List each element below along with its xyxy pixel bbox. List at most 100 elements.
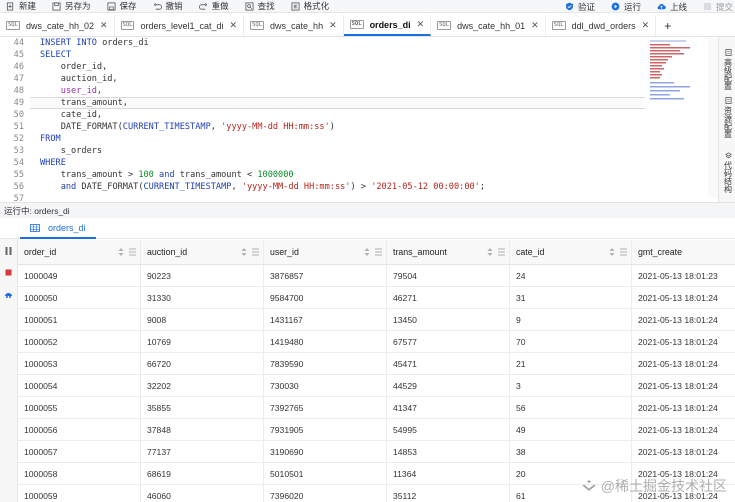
table-row[interactable]: 1000050 31330 9584700 46271 31 2021-05-1… [18,287,735,309]
undo-icon [153,2,162,10]
result-tab-label: orders_di [48,223,86,233]
column-menu-icon[interactable] [620,248,627,256]
code-editor[interactable]: 44 45 46 47 48 49 50 51 52 53 54 55 56 5… [0,37,648,204]
sort-icon[interactable] [241,247,247,257]
file-plus-icon [6,1,14,11]
column-header-auction-id[interactable]: auction_id [141,240,264,264]
sql-file-icon: SQL [349,20,364,29]
tab-orders-di[interactable]: SQL orders_di ✕ [343,15,432,36]
format-button[interactable]: 格式化 [291,0,330,12]
new-button-label: 新建 [19,1,37,11]
close-icon[interactable]: ✕ [100,20,108,31]
table-cell: 3 [510,375,632,396]
code-line: cate_id, [40,110,103,120]
table-cell: 41347 [387,397,510,418]
code-line: WHERE [40,158,66,168]
column-header-user-id[interactable]: user_id [264,240,387,264]
submit-button[interactable]: 提交 [703,1,733,13]
line-number: 55 [13,170,24,180]
logview-icon[interactable] [4,291,13,299]
table-cell: 7839590 [264,353,387,374]
table-row[interactable]: 1000051 9008 1431167 13450 9 2021-05-13 … [18,309,735,331]
table-row[interactable]: 1000053 66720 7839590 45471 21 2021-05-1… [18,353,735,375]
column-header-order-id[interactable]: order_id [18,240,141,264]
tab-dws-cate-hh[interactable]: SQL dws_cate_hh ✕ [244,15,344,36]
close-icon[interactable]: ✕ [417,19,425,30]
advanced-config-tab[interactable]: 高级配置 [722,49,734,90]
sort-icon[interactable] [118,247,124,257]
redo-button[interactable]: 重做 [198,0,229,12]
table-row[interactable]: 1000057 77137 3190690 14853 38 2021-05-1… [18,441,735,463]
table-cell: 7396020 [264,485,387,502]
code-minimap[interactable] [648,38,708,108]
table-cell: 1000049 [18,265,141,286]
run-button[interactable]: 运行 [611,1,641,13]
format-button-label: 格式化 [303,1,330,11]
column-header-label: order_id [24,247,57,257]
close-icon[interactable]: ✕ [642,20,650,31]
tab-orders-level1-cat-di[interactable]: SQL orders_level1_cat_di ✕ [115,15,245,36]
tab-dws-cate-hh-01[interactable]: SQL dws_cate_hh_01 ✕ [431,15,546,36]
column-header-cate-id[interactable]: cate_id [510,240,632,264]
advanced-config-label: 高级配置 [723,58,733,90]
stop-icon[interactable] [5,269,12,276]
validate-button[interactable]: 验证 [565,1,595,13]
tab-ddl-dwd-orders[interactable]: SQL ddl_dwd_orders ✕ [546,15,657,36]
code-line: s_orders [40,146,103,156]
sort-icon[interactable] [487,247,493,257]
close-icon[interactable]: ✕ [329,20,337,31]
table-cell: 14853 [387,441,510,462]
save-button[interactable]: 保存 [107,0,137,12]
table-cell: 70 [510,331,632,352]
table-cell: 1000059 [18,485,141,502]
pause-icon[interactable] [5,247,12,255]
table-cell: 1000051 [18,309,141,330]
add-tab-button[interactable]: + [656,15,679,36]
editor-scrollbar[interactable] [708,38,718,198]
table-row[interactable]: 1000055 35855 7392765 41347 56 2021-05-1… [18,397,735,419]
table-cell: 2021-05-13 18:01:24 [638,336,718,347]
document-icon [725,49,731,56]
table-cell: 90223 [141,265,264,286]
table-cell: 10769 [141,331,264,352]
table-cell: 9008 [141,309,264,330]
tab-label: dws_cate_hh_01 [457,20,526,31]
column-menu-icon[interactable] [252,248,259,256]
table-row[interactable]: 1000049 90223 3876857 79504 24 2021-05-1… [18,265,735,287]
find-button[interactable]: 查找 [245,0,275,12]
line-number: 49 [13,98,24,108]
column-menu-icon[interactable] [129,248,136,256]
code-line: user_id, [60,86,103,96]
redo-button-label: 重做 [211,1,229,11]
sql-file-icon: SQL [437,21,452,30]
tab-dws-cate-hh-02[interactable]: SQL dws_cate_hh_02 ✕ [0,15,115,36]
table-cell: 730030 [264,375,387,396]
table-header-row: order_id auction_id user_id trans_amount… [18,240,735,265]
deploy-button[interactable]: 上线 [657,1,687,13]
table-cell: 11364 [387,463,510,484]
resource-config-tab[interactable]: 资源配置 [722,97,734,138]
table-row[interactable]: 1000054 32202 730030 44529 3 2021-05-13 … [18,375,735,397]
column-header-gmt-create[interactable]: gmt_create [632,240,735,264]
table-row[interactable]: 1000056 37848 7931905 54995 49 2021-05-1… [18,419,735,441]
table-cell: 1431167 [264,309,387,330]
code-line: DATE_FORMAT(CURRENT_TIMESTAMP, 'yyyy-MM-… [40,122,335,132]
table-cell: 1000057 [18,441,141,462]
code-line: order_id, [40,62,108,72]
save-as-button[interactable]: 另存为 [52,0,91,12]
close-icon[interactable]: ✕ [230,20,238,31]
new-button[interactable]: 新建 [6,0,36,12]
table-cell: 66720 [141,353,264,374]
sort-icon[interactable] [609,247,615,257]
column-menu-icon[interactable] [498,248,505,256]
result-tab-orders-di[interactable]: orders_di [20,219,96,239]
code-structure-tab[interactable]: 代码结构 [722,152,734,193]
close-icon[interactable]: ✕ [531,20,539,31]
table-row[interactable]: 1000052 10769 1419480 67577 70 2021-05-1… [18,331,735,353]
column-header-trans-amount[interactable]: trans_amount [387,240,510,264]
line-number: 47 [13,74,24,84]
sort-icon[interactable] [364,247,370,257]
undo-button[interactable]: 撤销 [153,0,183,12]
toolbar: 新建 另存为 保存 撤销 重做 查找 格式化 验证 运行 上线 提交 [0,0,735,13]
column-menu-icon[interactable] [375,248,382,256]
